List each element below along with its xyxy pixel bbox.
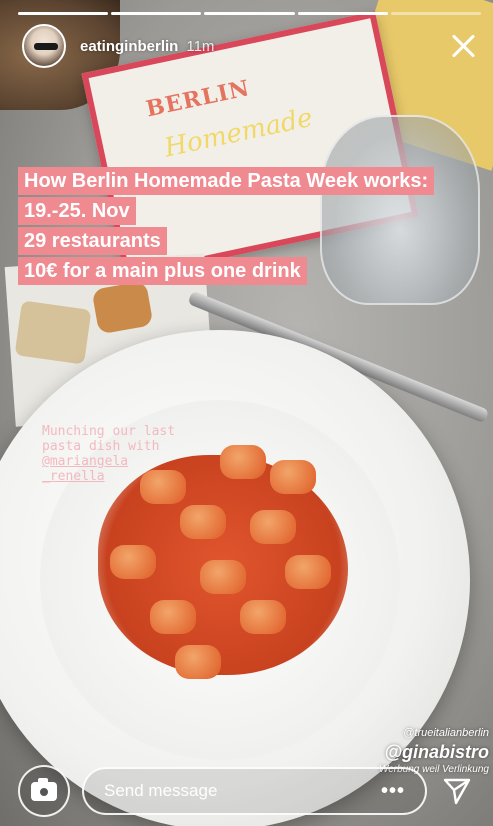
flyer-title: BERLIN: [143, 75, 253, 123]
caption-line: 29 restaurants: [18, 227, 167, 255]
close-icon[interactable]: [449, 31, 479, 61]
send-button[interactable]: [439, 773, 475, 809]
mention-tag[interactable]: @trueitalianberlin: [403, 727, 489, 739]
reply-bar: Send message •••: [0, 756, 493, 826]
post-time: 11m: [186, 37, 215, 55]
progress-segment: [204, 12, 295, 15]
message-placeholder: Send message: [104, 781, 218, 800]
caption-line: 10€ for a main plus one drink: [18, 257, 307, 285]
gnocco: [285, 555, 331, 589]
more-options-icon[interactable]: •••: [381, 780, 405, 803]
gnocco: [150, 600, 196, 634]
story-progress-bar: [18, 12, 482, 15]
avatar[interactable]: [22, 24, 66, 68]
send-message-input[interactable]: Send message •••: [82, 767, 427, 815]
gnocco: [250, 510, 296, 544]
story-caption: How Berlin Homemade Pasta Week works: 19…: [18, 167, 435, 287]
mention-handle[interactable]: _renella: [42, 469, 232, 484]
username[interactable]: eatinginberlin: [80, 38, 178, 55]
progress-segment: [111, 12, 202, 15]
caption-line: How Berlin Homemade Pasta Week works:: [18, 167, 435, 195]
gnocco: [240, 600, 286, 634]
caption-line: 19.-25. Nov: [18, 197, 136, 225]
gnocco: [175, 645, 221, 679]
gnocco: [110, 545, 156, 579]
camera-icon: [31, 777, 57, 801]
progress-segment: [18, 12, 109, 15]
progress-segment: [297, 12, 388, 15]
mention-line: Munching our last: [42, 424, 176, 439]
story-viewer[interactable]: BERLIN Homemade eatinginberlin 11m How B…: [0, 0, 493, 826]
gnocco: [200, 560, 246, 594]
gnocco: [270, 460, 316, 494]
send-icon: [443, 778, 471, 805]
bread-piece: [14, 300, 92, 365]
progress-segment: [390, 12, 482, 15]
mention-handle[interactable]: @mariangela: [42, 454, 232, 469]
gnocco: [180, 505, 226, 539]
camera-button[interactable]: [18, 765, 70, 817]
mention-line: pasta dish with: [42, 439, 160, 454]
story-header: eatinginberlin 11m: [22, 22, 479, 70]
mention-text: Munching our last pasta dish with @maria…: [42, 424, 232, 484]
